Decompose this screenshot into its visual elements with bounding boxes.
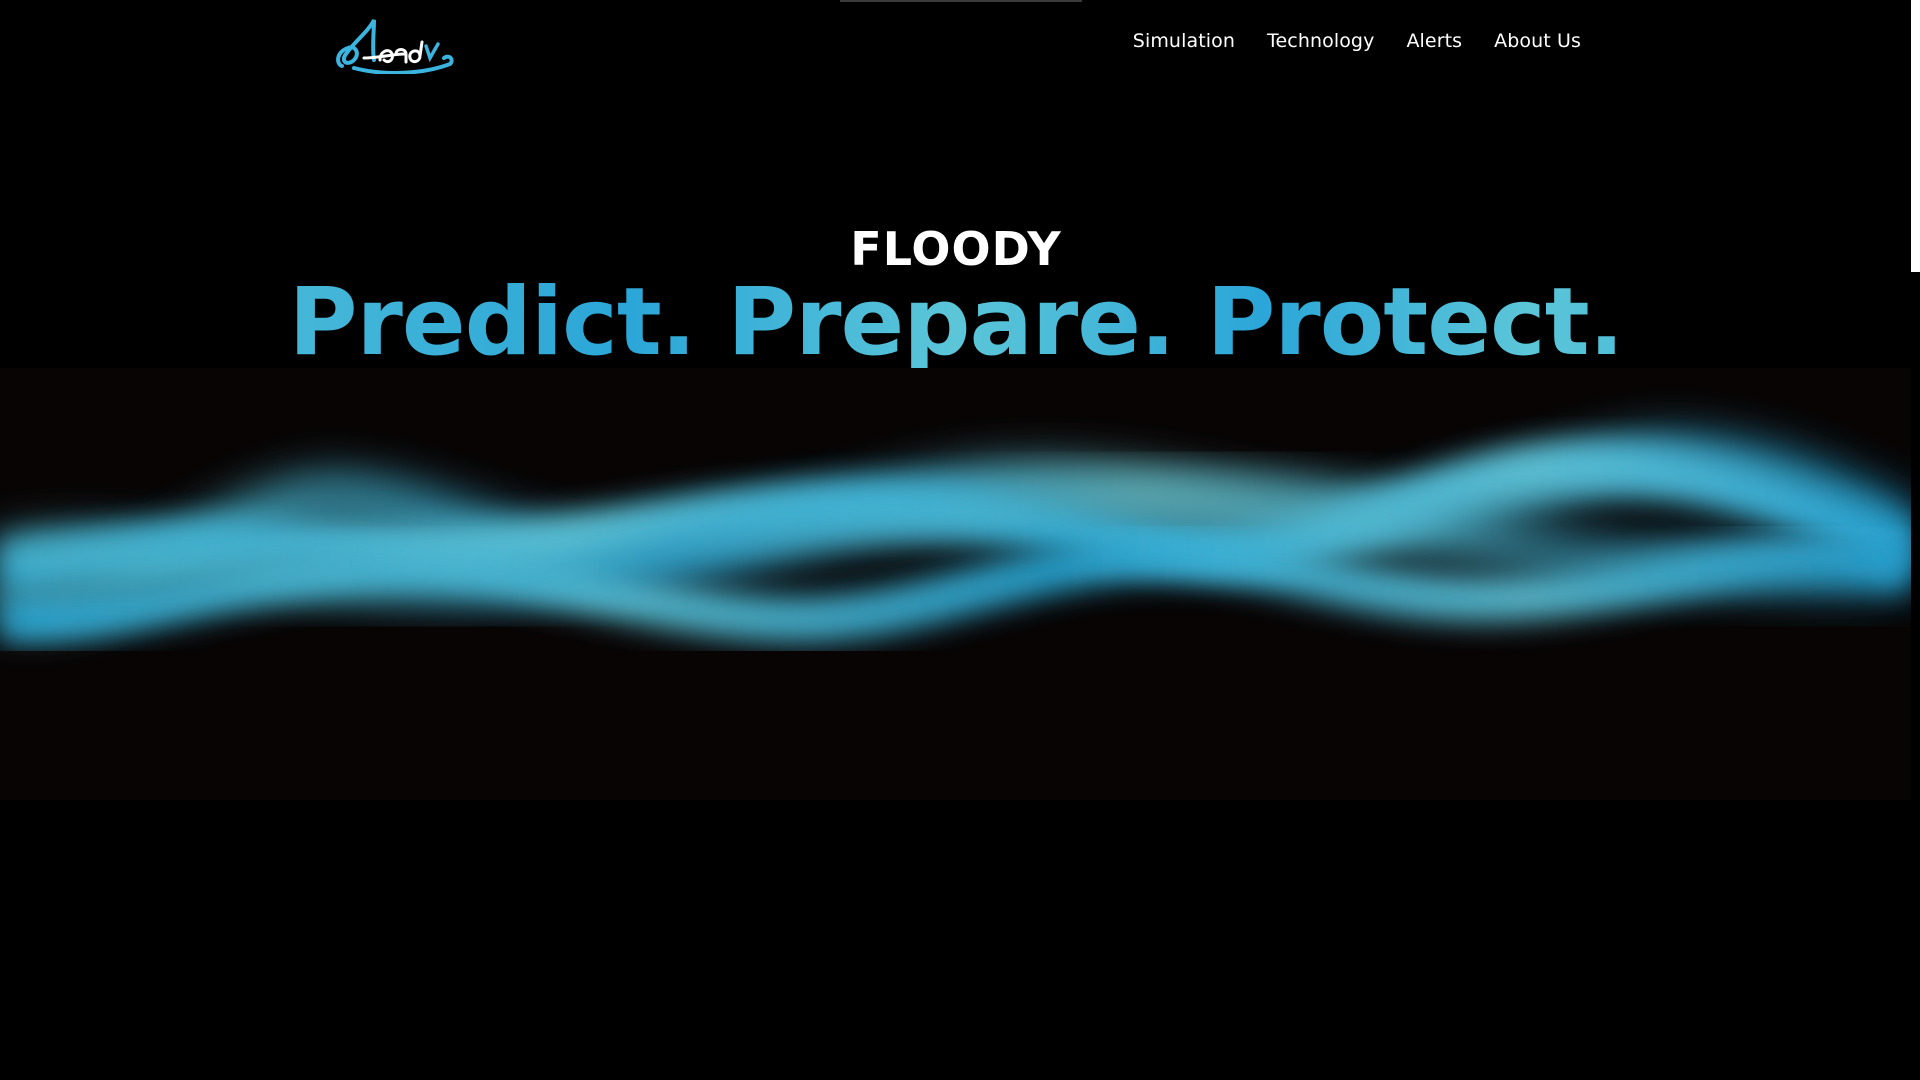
wave-animation [0, 434, 1911, 643]
nav-alerts[interactable]: Alerts [1406, 30, 1462, 52]
nav-technology[interactable]: Technology [1267, 30, 1374, 52]
top-divider [840, 0, 1082, 2]
floody-logo-link[interactable] [334, 14, 462, 75]
floody-logo-icon [336, 19, 454, 75]
scrollbar-thumb[interactable] [1911, 0, 1920, 272]
hero-tagline: Predict. Prepare. Protect. [0, 268, 1912, 377]
page: Simulation Technology Alerts About Us FL… [0, 0, 1920, 1080]
main-nav: Simulation Technology Alerts About Us [1133, 30, 1581, 52]
nav-about-us[interactable]: About Us [1494, 30, 1581, 52]
nav-simulation[interactable]: Simulation [1133, 30, 1235, 52]
scrollbar[interactable] [1911, 0, 1920, 1080]
